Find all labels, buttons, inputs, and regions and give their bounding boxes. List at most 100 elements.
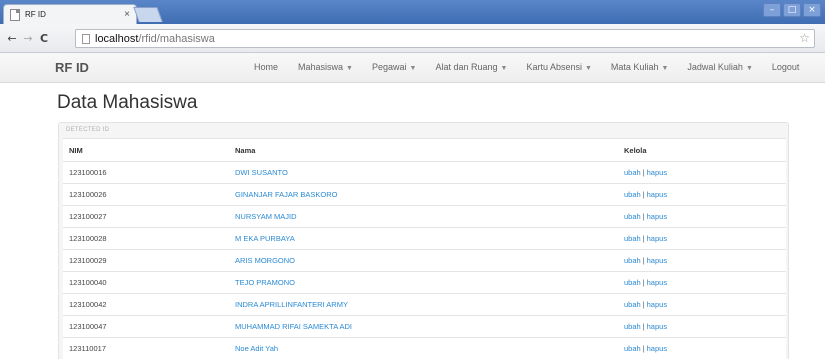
browser-toolbar: ← → C localhost/rfid/mahasiswa ☆	[0, 24, 825, 53]
student-name-link[interactable]: GINANJAR FAJAR BASKORO	[235, 190, 338, 199]
delete-link[interactable]: hapus	[647, 344, 667, 353]
nav-item-label: Mata Kuliah	[610, 62, 659, 72]
nav-item-pegawai[interactable]: Pegawai ▼	[372, 62, 416, 72]
edit-link[interactable]: ubah	[624, 278, 641, 287]
table-row: 123100040 TEJO PRAMONO ubah | hapus	[63, 271, 786, 294]
student-name-link[interactable]: Noe Adit Yah	[235, 344, 278, 353]
nav-item-label: Kartu Absensi	[526, 62, 582, 72]
maximize-icon[interactable]: □	[783, 3, 801, 17]
delete-link[interactable]: hapus	[647, 190, 667, 199]
cell-nim: 123100026	[63, 183, 229, 206]
cell-nama: M EKA PURBAYA	[229, 227, 618, 250]
url-path: /rfid/mahasiswa	[138, 32, 215, 45]
link-separator: |	[642, 344, 645, 354]
link-separator: |	[642, 190, 645, 199]
url-host: localhost	[95, 32, 139, 45]
nav-item-alat-dan-ruang[interactable]: Alat dan Ruang ▼	[435, 62, 507, 72]
back-arrow-icon[interactable]: ←	[4, 32, 20, 45]
edit-link[interactable]: ubah	[624, 300, 641, 309]
caret-down-icon: ▼	[745, 65, 753, 72]
edit-link[interactable]: ubah	[624, 168, 641, 177]
reload-icon[interactable]: C	[36, 32, 52, 45]
delete-link[interactable]: hapus	[647, 256, 667, 265]
window-controls: – □ ×	[763, 3, 821, 17]
delete-link[interactable]: hapus	[647, 300, 667, 309]
link-separator: |	[642, 322, 645, 331]
nav-item-logout[interactable]: Logout	[772, 62, 800, 72]
cell-nama: INDRA APRILLINFANTERI ARMY	[229, 293, 618, 316]
cell-nama: MUHAMMAD RIFAI SAMEKTA ADI	[229, 315, 618, 338]
student-name-link[interactable]: INDRA APRILLINFANTERI ARMY	[235, 300, 348, 309]
header-nama: Nama	[229, 138, 618, 162]
edit-link[interactable]: ubah	[624, 256, 641, 265]
nav-item-label: Logout	[771, 62, 800, 72]
edit-link[interactable]: ubah	[624, 344, 641, 353]
link-separator: |	[642, 300, 645, 309]
cell-nim: 123100029	[63, 249, 229, 272]
table-row: 123100042 INDRA APRILLINFANTERI ARMY ubah |…	[63, 293, 786, 316]
table-row: 123100016 DWI SUSANTO ubah | hapus	[63, 161, 786, 184]
cell-kelola: ubah | hapus	[618, 337, 786, 359]
table-row: 123100047 MUHAMMAD RIFAI SAMEKTA ADI ubah |…	[63, 315, 786, 338]
cell-nama: Noe Adit Yah	[229, 337, 618, 359]
edit-link[interactable]: ubah	[624, 212, 641, 221]
delete-link[interactable]: hapus	[647, 168, 667, 177]
caret-down-icon: ▼	[409, 65, 417, 72]
forward-arrow-icon[interactable]: →	[20, 32, 36, 45]
cell-kelola: ubah | hapus	[618, 161, 786, 184]
header-kelola: Kelola	[618, 138, 786, 162]
student-name-link[interactable]: M EKA PURBAYA	[235, 234, 295, 243]
caret-down-icon: ▼	[661, 65, 669, 72]
cell-nama: NURSYAM MAJID	[229, 205, 618, 228]
nav-item-home[interactable]: Home	[254, 62, 278, 72]
page-icon	[82, 33, 90, 44]
cell-nama: TEJO PRAMONO	[229, 271, 618, 294]
app-navbar: RF ID Home Mahasiswa ▼ Pegawai ▼ Alat dan Rua…	[0, 53, 825, 83]
cell-nim: 123100016	[63, 161, 229, 184]
table-row: 123100027 NURSYAM MAJID ubah | hapus	[63, 205, 786, 228]
bookmark-star-icon[interactable]: ☆	[799, 31, 810, 45]
nav-item-label: Alat dan Ruang	[435, 62, 498, 72]
nav-item-jadwal-kuliah[interactable]: Jadwal Kuliah ▼	[687, 62, 752, 72]
student-name-link[interactable]: MUHAMMAD RIFAI SAMEKTA ADI	[235, 322, 352, 331]
cell-nim: 123100042	[63, 293, 229, 316]
mahasiswa-table: NIM Nama Kelola 123100016 DWI SUSANTO ubah…	[63, 138, 786, 359]
caret-down-icon: ▼	[500, 65, 508, 72]
delete-link[interactable]: hapus	[647, 322, 667, 331]
cell-kelola: ubah | hapus	[618, 315, 786, 338]
delete-link[interactable]: hapus	[647, 278, 667, 287]
edit-link[interactable]: ubah	[624, 190, 641, 199]
link-separator: |	[642, 234, 645, 243]
cell-nim: 123100027	[63, 205, 229, 228]
student-name-link[interactable]: TEJO PRAMONO	[235, 278, 295, 287]
cell-kelola: ubah | hapus	[618, 205, 786, 228]
link-separator: |	[642, 168, 645, 177]
address-bar[interactable]: localhost/rfid/mahasiswa ☆	[75, 29, 815, 48]
cell-nim: 123100047	[63, 315, 229, 338]
nav-item-label: Jadwal Kuliah	[687, 62, 743, 72]
nav-item-mahasiswa[interactable]: Mahasiswa ▼	[298, 62, 353, 72]
cell-kelola: ubah | hapus	[618, 249, 786, 272]
table-header-row: NIM Nama Kelola	[63, 138, 786, 162]
edit-link[interactable]: ubah	[624, 234, 641, 243]
student-name-link[interactable]: DWI SUSANTO	[235, 168, 288, 177]
edit-link[interactable]: ubah	[624, 322, 641, 331]
cell-kelola: ubah | hapus	[618, 271, 786, 294]
nav-item-label: Mahasiswa	[298, 62, 344, 72]
close-icon[interactable]: ×	[124, 9, 130, 20]
delete-link[interactable]: hapus	[647, 212, 667, 221]
student-name-link[interactable]: NURSYAM MAJID	[235, 212, 297, 221]
table-row: 123100026 GINANJAR FAJAR BASKORO ubah | hapu…	[63, 183, 786, 206]
detected-id-label: DETECTED ID	[66, 127, 110, 133]
caret-down-icon: ▼	[346, 65, 353, 72]
brand-logo[interactable]: RF ID	[55, 60, 89, 75]
nav-item-kartu-absensi[interactable]: Kartu Absensi ▼	[526, 62, 591, 72]
new-tab-button[interactable]	[133, 7, 163, 22]
minimize-icon[interactable]: –	[763, 3, 781, 17]
nav-item-mata-kuliah[interactable]: Mata Kuliah ▼	[611, 62, 668, 72]
browser-tab[interactable]: RF ID ×	[3, 4, 137, 24]
delete-link[interactable]: hapus	[647, 234, 667, 243]
window-close-icon[interactable]: ×	[803, 3, 821, 17]
table-row: 123100029 ARIS MORGONO ubah | hapus	[63, 249, 786, 272]
student-name-link[interactable]: ARIS MORGONO	[235, 256, 295, 265]
